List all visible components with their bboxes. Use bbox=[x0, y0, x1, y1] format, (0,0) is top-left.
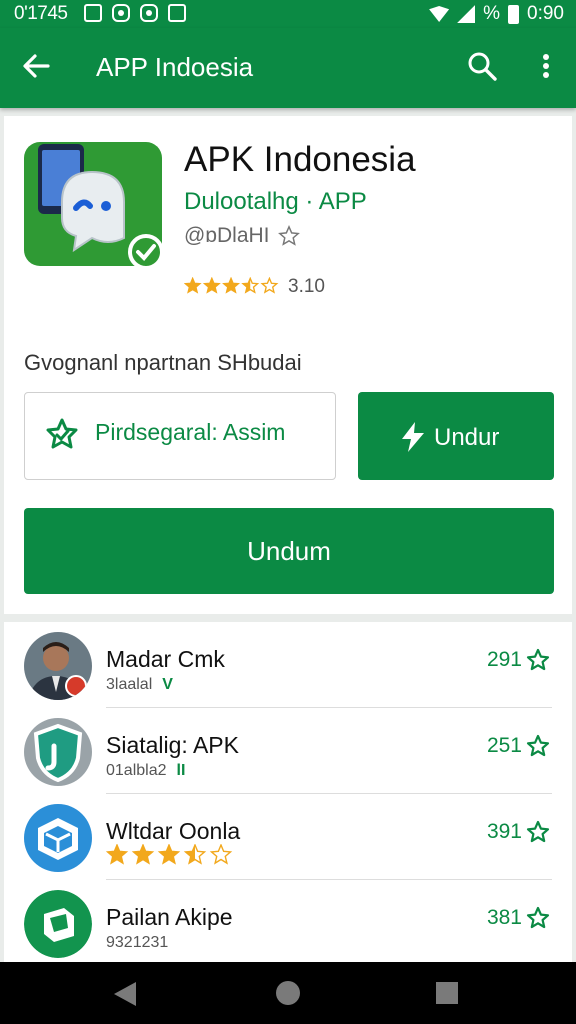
verified-mark: lI bbox=[176, 762, 186, 779]
undur-button[interactable]: Undur bbox=[358, 392, 554, 480]
status-time: 0'1745 bbox=[14, 3, 68, 24]
verified-mark: V bbox=[162, 676, 173, 693]
status-bar: 0'1745 % 0:90 bbox=[0, 0, 576, 28]
download-button[interactable]: Undum bbox=[24, 508, 554, 594]
more-options-icon[interactable] bbox=[530, 50, 562, 82]
app-handle-row: @ɒDlaHI bbox=[184, 224, 300, 248]
list-item-count[interactable]: 291 bbox=[487, 648, 550, 672]
list-item-sub: 3laalal V bbox=[106, 676, 173, 694]
list-item-name: Pailan Akipe bbox=[106, 904, 233, 930]
list-item[interactable]: Siatalig: APK 01albla2 lI 251 bbox=[4, 708, 572, 794]
star-outline-icon bbox=[526, 648, 550, 671]
app-bar-title: APP Indoesia bbox=[96, 52, 254, 82]
rating-number: 3.10 bbox=[288, 276, 325, 297]
list-item-count[interactable]: 391 bbox=[487, 820, 550, 844]
rating-stars bbox=[106, 844, 233, 865]
star-outline-icon bbox=[526, 734, 550, 757]
related-apps-card: Madar Cmk 3laalal V 291 Siatalig: APK 01… bbox=[4, 622, 572, 962]
box-app-icon bbox=[24, 890, 92, 958]
app-developer[interactable]: Dulootalhg · APP bbox=[184, 188, 367, 216]
section-label: Gvognanl npartnan SHbudai bbox=[24, 350, 302, 375]
battery-icon bbox=[508, 4, 520, 24]
record-notification-icon bbox=[140, 4, 158, 22]
star-outline-icon[interactable] bbox=[277, 225, 300, 247]
list-item-sub-text: 01albla2 bbox=[106, 762, 167, 779]
list-item-sub bbox=[106, 844, 238, 866]
image-notification-icon bbox=[84, 4, 102, 22]
cube-app-icon bbox=[24, 804, 92, 872]
assist-button-label: Pirdsegaral: Assim bbox=[95, 419, 286, 445]
nav-recents-icon[interactable] bbox=[436, 982, 458, 1004]
star-outline-icon bbox=[526, 820, 550, 843]
list-item-count[interactable]: 251 bbox=[487, 734, 550, 758]
list-item-count-text: 291 bbox=[486, 648, 522, 671]
star-fill bbox=[159, 845, 179, 864]
list-item-count[interactable]: 381 bbox=[487, 906, 550, 930]
nav-back-icon[interactable] bbox=[114, 982, 136, 1006]
battery-percent: % bbox=[483, 3, 501, 24]
star-outline bbox=[260, 277, 279, 294]
undur-button-label: Undur bbox=[434, 424, 500, 451]
list-item[interactable]: Wltdar Oonla 391 bbox=[4, 794, 572, 880]
list-item[interactable]: Madar Cmk 3laalal V 291 bbox=[4, 622, 572, 708]
system-icons: % 0:90 bbox=[429, 3, 564, 25]
back-arrow-icon[interactable] bbox=[20, 50, 52, 82]
download-notification-icon bbox=[168, 4, 186, 22]
list-item[interactable]: Pailan Akipe 9321231 381 bbox=[4, 880, 572, 966]
app-rating: 3.10 bbox=[184, 276, 325, 298]
list-item-count-text: 391 bbox=[486, 820, 522, 843]
app-handle: @ɒDlaHI bbox=[184, 224, 270, 247]
list-item-name: Madar Cmk bbox=[106, 646, 225, 672]
shield-star-icon bbox=[46, 418, 78, 449]
app-logo-icon bbox=[24, 142, 164, 268]
app-notification-icon bbox=[112, 4, 130, 22]
star-outline-icon bbox=[526, 906, 550, 929]
nav-home-icon[interactable] bbox=[276, 981, 300, 1005]
navigation-bar bbox=[0, 962, 576, 1024]
list-item-count-text: 381 bbox=[486, 906, 522, 929]
star-fill bbox=[107, 845, 127, 864]
rating-stars bbox=[184, 277, 279, 294]
person-avatar-icon bbox=[24, 632, 92, 700]
signal-icon bbox=[457, 5, 476, 23]
list-item-count-text: 251 bbox=[486, 734, 522, 757]
lightning-icon bbox=[402, 422, 424, 452]
list-item-sub: 9321231 bbox=[106, 934, 168, 952]
list-item-sub: 01albla2 lI bbox=[106, 762, 185, 780]
status-time-right: 0:90 bbox=[527, 3, 564, 24]
list-item-sub-text: 9321231 bbox=[106, 934, 169, 951]
list-item-sub-text: 3laalal bbox=[106, 676, 153, 693]
app-details-card: APK Indonesia Dulootalhg · APP @ɒDlaHI 3… bbox=[4, 116, 572, 614]
notification-icons bbox=[84, 4, 186, 22]
search-icon[interactable] bbox=[466, 50, 498, 82]
assist-button[interactable]: Pirdsegaral: Assim bbox=[24, 392, 336, 480]
star-fill bbox=[133, 845, 153, 864]
app-bar: APP Indoesia bbox=[0, 28, 576, 108]
list-item-name: Wltdar Oonla bbox=[106, 818, 241, 844]
star-outline bbox=[209, 844, 233, 865]
shield-app-icon bbox=[24, 718, 92, 786]
app-name: APK Indonesia bbox=[184, 140, 416, 179]
wifi-icon bbox=[429, 6, 450, 22]
list-item-name: Siatalig: APK bbox=[106, 732, 239, 758]
